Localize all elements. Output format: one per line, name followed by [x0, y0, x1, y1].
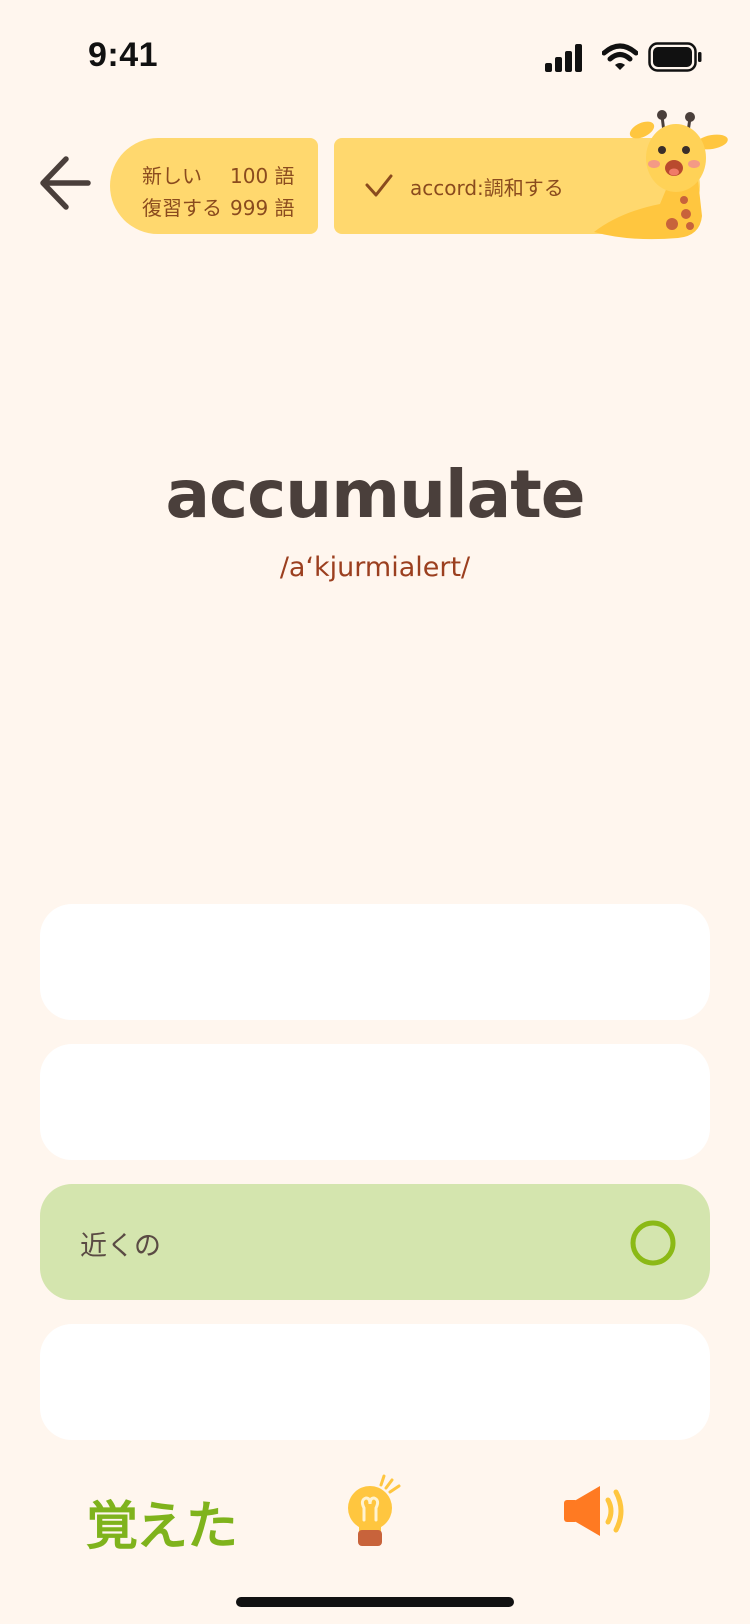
last-answer-text: accord:調和する: [410, 176, 564, 200]
progress-stats-pill: 新しい 100 語 復習する 999 語: [110, 138, 318, 234]
check-icon: [365, 174, 393, 197]
memorized-button[interactable]: 覚えた: [86, 1484, 238, 1559]
answer-option-1[interactable]: [40, 904, 710, 1020]
option-label: 近くの: [80, 1231, 161, 1262]
review-words-row: 復習する 999 語: [142, 192, 295, 221]
wifi-icon: [602, 43, 638, 70]
signal-icon: [545, 44, 582, 72]
new-count: 100 語: [230, 164, 295, 188]
speaker-icon[interactable]: [560, 1480, 630, 1542]
answer-option-4[interactable]: [40, 1324, 710, 1440]
answer-option-3-correct[interactable]: 近くの: [40, 1184, 710, 1300]
correct-circle-icon: [630, 1220, 676, 1266]
home-indicator: [236, 1597, 514, 1607]
review-count: 999 語: [230, 196, 295, 220]
new-words-row: 新しい 100 語: [142, 160, 295, 189]
status-time: 9:41: [88, 36, 159, 74]
giraffe-mascot: [594, 110, 728, 240]
lightbulb-hint-icon[interactable]: [344, 1474, 406, 1548]
battery-icon: [648, 42, 702, 72]
review-label: 復習する: [142, 196, 222, 220]
new-label: 新しい: [142, 164, 202, 188]
phonetic-transcription: /aʻkjurmialert/: [279, 552, 471, 583]
answer-option-2[interactable]: [40, 1044, 710, 1160]
back-arrow-icon[interactable]: [38, 152, 94, 214]
vocabulary-word: accumulate: [165, 456, 586, 533]
